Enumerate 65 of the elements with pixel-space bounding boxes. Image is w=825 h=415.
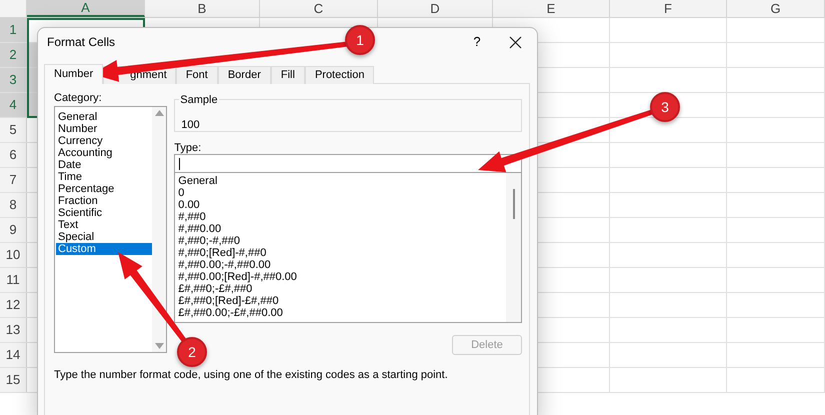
category-item[interactable]: Time (56, 171, 152, 183)
close-icon (508, 36, 522, 48)
category-item[interactable]: Fraction (56, 195, 152, 207)
row-header[interactable]: 14 (0, 343, 27, 367)
type-item[interactable]: #,##0;[Red]-#,##0 (178, 247, 506, 259)
column-header[interactable]: A (27, 0, 145, 17)
tab[interactable]: Font (176, 66, 218, 84)
scroll-up-icon[interactable] (154, 110, 164, 116)
type-item[interactable]: #,##0;-#,##0 (178, 235, 506, 247)
row-header[interactable]: 6 (0, 143, 27, 167)
type-item[interactable]: #,##0 (178, 211, 506, 223)
category-item[interactable]: Text (56, 219, 152, 231)
type-item[interactable]: 0.00 (178, 199, 506, 211)
category-item[interactable]: Percentage (56, 183, 152, 195)
type-item[interactable]: £#,##0;-£#,##0 (178, 283, 506, 295)
row-header[interactable]: 9 (0, 218, 27, 242)
type-label: Type: (174, 141, 202, 154)
row-header[interactable]: 13 (0, 318, 27, 342)
sample-label: Sample (179, 92, 219, 108)
category-item[interactable]: Scientific (56, 207, 152, 219)
category-item[interactable]: Accounting (56, 147, 152, 159)
tab[interactable]: Border (218, 66, 271, 84)
row-header[interactable]: 3 (0, 68, 27, 92)
type-item[interactable]: #,##0.00;[Red]-#,##0.00 (178, 271, 506, 283)
row-header[interactable]: 2 (0, 43, 27, 67)
category-label: Category: (54, 91, 103, 104)
column-header[interactable]: C (260, 0, 378, 17)
window-title: Format Cells (47, 34, 116, 51)
category-item[interactable]: Number (56, 123, 152, 135)
row-header[interactable]: 1 (0, 18, 27, 42)
category-item[interactable]: Special (56, 231, 152, 243)
sample-value: 100 (181, 119, 200, 131)
column-header[interactable]: G (727, 0, 825, 17)
tab[interactable]: Protection (304, 66, 374, 84)
row-header[interactable]: 5 (0, 118, 27, 142)
tab[interactable]: Number (44, 64, 104, 84)
type-item[interactable]: #,##0.00 (178, 223, 506, 235)
tab[interactable]: Fill (270, 66, 305, 84)
category-item[interactable]: Custom (56, 243, 152, 255)
row-header[interactable]: 15 (0, 368, 27, 392)
row-header[interactable]: 10 (0, 243, 27, 267)
type-item[interactable]: General (178, 175, 506, 187)
category-list[interactable]: General Number Currency Accounting Date Time Percentage Fraction Scientific Text Special Custom (54, 106, 168, 353)
type-list[interactable]: General 0 0.00 #,##0 #,##0.00 #,##0;-#,##0 #,##0;[Red]-#,##0 #,##0.00;-#,##0.00 #,##0.00;[Red]-#,##0.00 £#,##0;-£#,##0 £#,##0;[Red]-£#,##0 £#,##0.00;-£#,##0.00 (174, 173, 522, 323)
row-header[interactable]: 7 (0, 168, 27, 192)
category-item[interactable]: General (56, 111, 152, 123)
column-header[interactable]: B (145, 0, 260, 17)
category-item[interactable]: Date (56, 159, 152, 171)
type-item[interactable]: 0 (178, 187, 506, 199)
type-item[interactable]: £#,##0;[Red]-£#,##0 (178, 295, 506, 307)
type-item[interactable]: £#,##0.00;-£#,##0.00 (178, 307, 506, 319)
type-item[interactable]: #,##0.00;-#,##0.00 (178, 259, 506, 271)
scrollbar-thumb[interactable] (512, 189, 514, 219)
column-header[interactable]: F (610, 0, 727, 17)
step-marker: 3 (650, 92, 680, 122)
description-text: Type the number format code, using one of the existing codes as a starting point. (54, 368, 449, 383)
help-button[interactable]: ? (463, 32, 491, 52)
row-header[interactable]: 4 (0, 93, 27, 117)
row-header[interactable]: 11 (0, 268, 27, 292)
column-header[interactable]: D (378, 0, 493, 17)
row-header[interactable]: 8 (0, 193, 27, 217)
column-header[interactable]: E (493, 0, 610, 17)
category-item[interactable]: Currency (56, 135, 152, 147)
text-cursor (179, 158, 180, 170)
row-header[interactable]: 12 (0, 293, 27, 317)
